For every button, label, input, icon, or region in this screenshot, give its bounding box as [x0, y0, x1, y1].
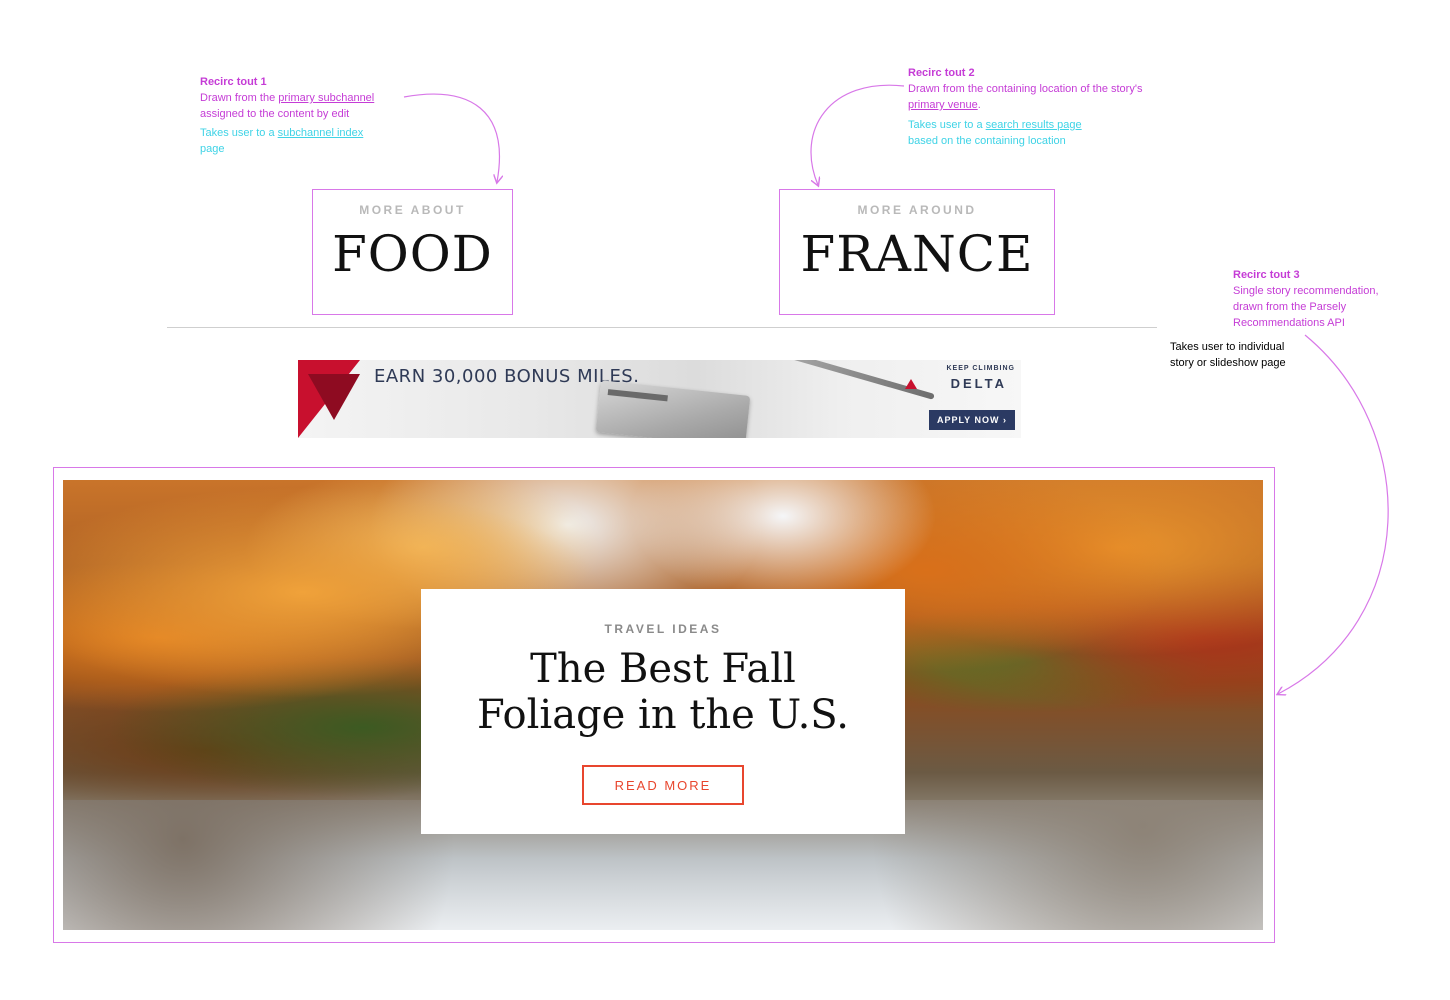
- delta-logo-icon: [905, 379, 917, 389]
- delta-widget-logo-shade: [308, 374, 360, 420]
- credit-card-image: [595, 380, 751, 438]
- recirc-tout-france[interactable]: MORE AROUND FRANCE: [779, 189, 1055, 315]
- story-category: TRAVEL IDEAS: [604, 622, 722, 636]
- recirc-tout-food[interactable]: MORE ABOUT FOOD: [312, 189, 513, 315]
- tout-location-name: FRANCE: [800, 225, 1034, 283]
- ad-tagline: KEEP CLIMBING: [946, 365, 1015, 372]
- story-title[interactable]: The Best Fall Foliage in the U.S.: [453, 646, 873, 738]
- apply-now-button[interactable]: APPLY NOW ›: [929, 410, 1015, 430]
- story-recommendation-card[interactable]: TRAVEL IDEAS The Best Fall Foliage in th…: [421, 589, 905, 834]
- delta-ad-banner[interactable]: EARN 30,000 BONUS MILES. KEEP CLIMBING D…: [298, 360, 1021, 438]
- arrow-tout1: [403, 93, 499, 182]
- read-more-button[interactable]: READ MORE: [582, 765, 744, 805]
- arrow-tout2: [810, 84, 905, 185]
- tout-eyebrow: MORE ABOUT: [359, 203, 466, 217]
- section-divider: [167, 327, 1157, 328]
- ad-brand: DELTA: [950, 376, 1007, 391]
- ad-headline: EARN 30,000 BONUS MILES.: [374, 366, 640, 387]
- tout-eyebrow: MORE AROUND: [857, 203, 977, 217]
- tout-subchannel-name: FOOD: [332, 225, 493, 283]
- arrow-tout3: [1278, 334, 1389, 694]
